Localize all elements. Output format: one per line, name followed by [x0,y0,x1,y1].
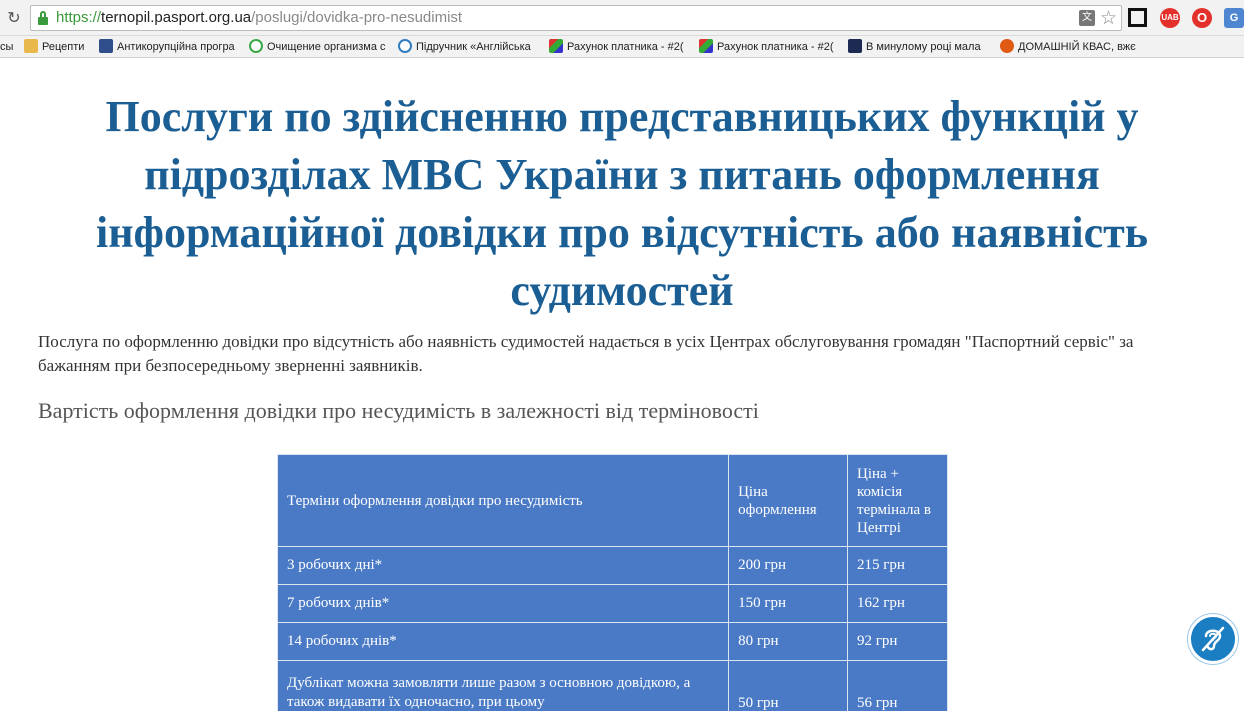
translate-icon[interactable]: 文 [1079,10,1095,26]
site-icon [99,39,113,53]
accessibility-button[interactable] [1188,614,1238,664]
lock-icon [38,11,48,25]
bookmark-item[interactable]: Підручник «Англійська [398,39,531,55]
site-icon [549,39,563,53]
table-row: 14 робочих днів* 80 грн 92 грн [276,622,948,661]
table-row: 3 робочих дні* 200 грн 215 грн [276,546,948,585]
bookmark-label: Антикорупційна програ [117,41,235,53]
uab-extension-icon[interactable]: UAB [1160,8,1180,28]
price-cell: 150 грн [728,584,849,623]
price-cell: 80 грн [728,622,849,661]
bookmark-item[interactable]: Антикорупційна програ [99,39,235,55]
site-icon [848,39,862,53]
bookmark-item[interactable]: Очищение организма с [249,39,386,55]
bookmark-label: Рахунок платника - #2( [567,41,684,53]
site-icon [398,39,412,53]
price-commission-cell: 92 грн [847,622,948,661]
url-text[interactable]: https://ternopil.pasport.org.ua/poslugi/… [56,9,462,26]
price-subheading: Вартість оформлення довідки про несудимі… [38,398,759,423]
term-cell: 7 робочих днів* [276,584,730,623]
bookmark-folder-recipes[interactable]: Рецепти [24,39,84,55]
table-row: 7 робочих днів* 150 грн 162 грн [276,584,948,623]
term-cell: 14 робочих днів* [276,622,730,661]
intro-paragraph: Послуга по оформленню довідки про відсут… [38,332,1134,375]
price-commission-cell: 215 грн [847,546,948,585]
bookmark-item[interactable]: В минулому році мала [848,39,981,55]
url-scheme: https:// [56,9,102,26]
price-commission-cell: 56 грн [847,660,948,711]
bookmark-label: Рецепти [42,41,85,53]
site-icon [699,39,713,53]
price-table: Терміни оформлення довідки про несудиміс… [276,454,948,711]
table-header-row: Терміни оформлення довідки про несудиміс… [276,454,948,547]
column-header-term: Терміни оформлення довідки про несудиміс… [276,454,730,547]
term-cell: Дублікат можна замовляти лише разом з ос… [276,660,730,711]
bookmark-item[interactable]: Рахунок платника - #2( [549,39,684,55]
bookmark-label: В минулому році мала [866,41,981,53]
price-cell: 50 грн [728,660,849,711]
bookmark-label: ДОМАШНІЙ КВАС, вжє [1018,41,1136,53]
site-icon [249,39,263,53]
star-icon[interactable]: ☆ [1100,7,1117,29]
bookmark-label: Рахунок платника - #2( [717,41,834,53]
term-cell: 3 робочих дні* [276,546,730,585]
column-header-price-commission: Ціна + комісія терміналa в Центрі [847,454,948,547]
url-host: ternopil.pasport.org.ua [101,9,252,26]
url-path: /poslugi/dovidka-pro-nesudimist [251,9,463,26]
address-bar[interactable]: https://ternopil.pasport.org.ua/poslugi/… [30,5,1122,31]
bookmark-label: сы [0,41,14,53]
bookmark-label: Підручник «Англійська [416,41,531,53]
price-cell: 200 грн [728,546,849,585]
table-row: Дублікат можна замовляти лише разом з ос… [276,660,948,711]
price-commission-cell: 162 грн [847,584,948,623]
bookmark-item[interactable]: ДОМАШНІЙ КВАС, вжє [1000,39,1136,55]
ear-icon [1201,626,1225,652]
site-icon [1000,39,1014,53]
browser-toolbar: ↻ https://ternopil.pasport.org.ua/poslug… [0,0,1244,36]
bookmarks-bar: сы Рецепти Антикорупційна програ Очищени… [0,36,1244,58]
opera-extension-icon[interactable]: O [1192,8,1212,28]
bookmark-label: Очищение организма с [267,41,386,53]
google-extension-icon[interactable]: G [1224,8,1244,28]
bookmark-item[interactable]: сы [0,39,13,55]
reload-icon[interactable]: ↻ [4,8,24,28]
bookmark-item[interactable]: Рахунок платника - #2( [699,39,834,55]
column-header-price: Ціна оформлення [728,454,849,547]
page-title: Послуги по здійсненню представницьких фу… [95,92,1149,315]
bracket-extension-icon[interactable] [1128,8,1147,27]
folder-icon [24,39,38,53]
